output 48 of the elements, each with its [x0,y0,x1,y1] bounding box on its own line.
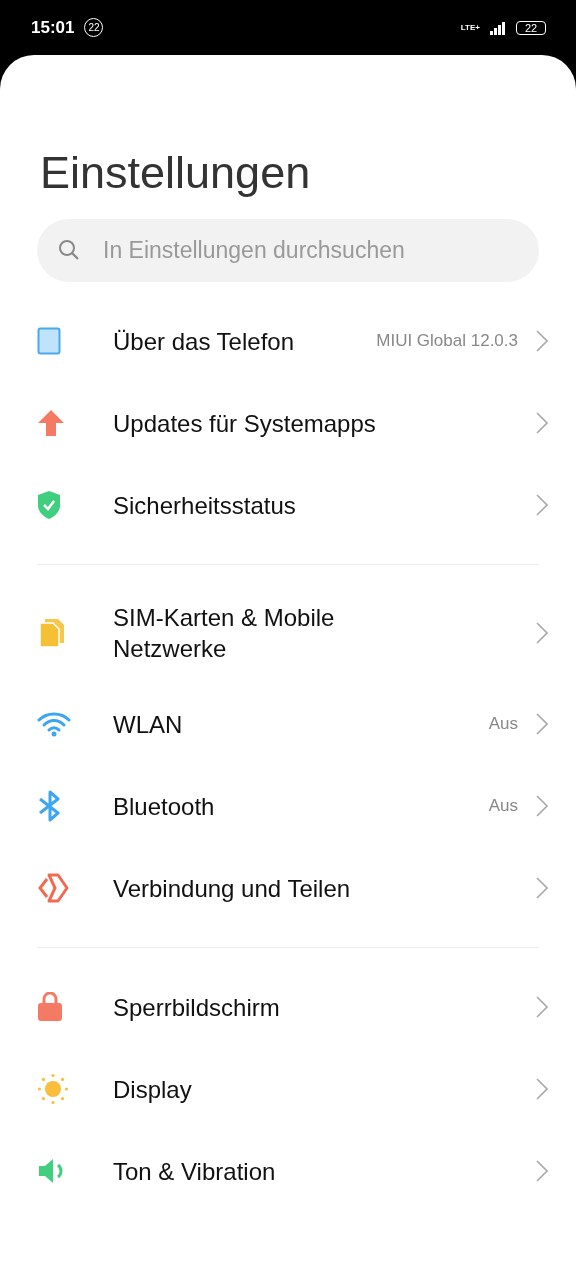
sun-icon [37,1073,69,1105]
item-label: Sperrbildschirm [113,992,281,1023]
search-field[interactable]: In Einstellungen durchsuchen [37,219,539,282]
chevron-right-icon [536,412,548,434]
item-value: Aus [488,796,518,816]
item-label: Sicherheitsstatus [113,490,297,521]
battery-level: 22 [516,20,546,35]
settings-item[interactable]: Verbindung und Teilen [37,847,576,929]
chevron-right-icon [536,1078,548,1100]
item-label: Über das Telefon [113,326,295,357]
network-type: LTE+ [460,23,480,32]
chevron-right-icon [536,713,548,735]
page-title: Einstellungen [40,147,312,199]
arrow-up-icon [37,409,65,437]
chevron-right-icon [536,330,548,352]
settings-item[interactable]: Updates für Systemapps [37,382,576,464]
settings-item[interactable]: Über das Telefon MIUI Global 12.0.3 [37,300,576,382]
settings-item[interactable]: Sicherheitsstatus [37,464,576,546]
item-label: Display [113,1074,193,1105]
tablet-icon [37,327,61,355]
item-label: Updates für Systemapps [113,408,377,439]
wifi-icon [37,711,71,737]
item-label: Bluetooth [113,791,216,822]
chevron-right-icon [536,622,548,644]
diamond-arrows-icon [37,873,69,903]
chevron-right-icon [536,795,548,817]
search-icon [58,239,80,261]
lock-icon [37,992,63,1022]
settings-item[interactable]: Display [37,1048,576,1130]
settings-item[interactable]: Bluetooth Aus [37,765,576,847]
settings-item[interactable]: Sperrbildschirm [37,966,576,1048]
signal-icon [490,20,506,35]
chevron-right-icon [536,494,548,516]
sim-cards-icon [37,618,65,648]
chevron-right-icon [536,877,548,899]
item-label: Ton & Vibration [113,1156,277,1187]
settings-item[interactable]: WLAN Aus [37,683,576,765]
item-label: WLAN [113,709,184,740]
item-label: Verbindung und Teilen [113,873,352,904]
item-value: Aus [488,714,518,734]
item-value: MIUI Global 12.0.3 [376,331,518,351]
settings-item[interactable]: Ton & Vibration [37,1130,576,1212]
chevron-right-icon [536,1160,548,1182]
item-label: SIM-Karten & Mobile Netzwerke [113,603,336,664]
chevron-right-icon [536,996,548,1018]
shield-check-icon [37,490,61,520]
clock-time: 15:01 [31,17,75,38]
settings-item[interactable]: SIM-Karten & Mobile Netzwerke [37,583,576,683]
